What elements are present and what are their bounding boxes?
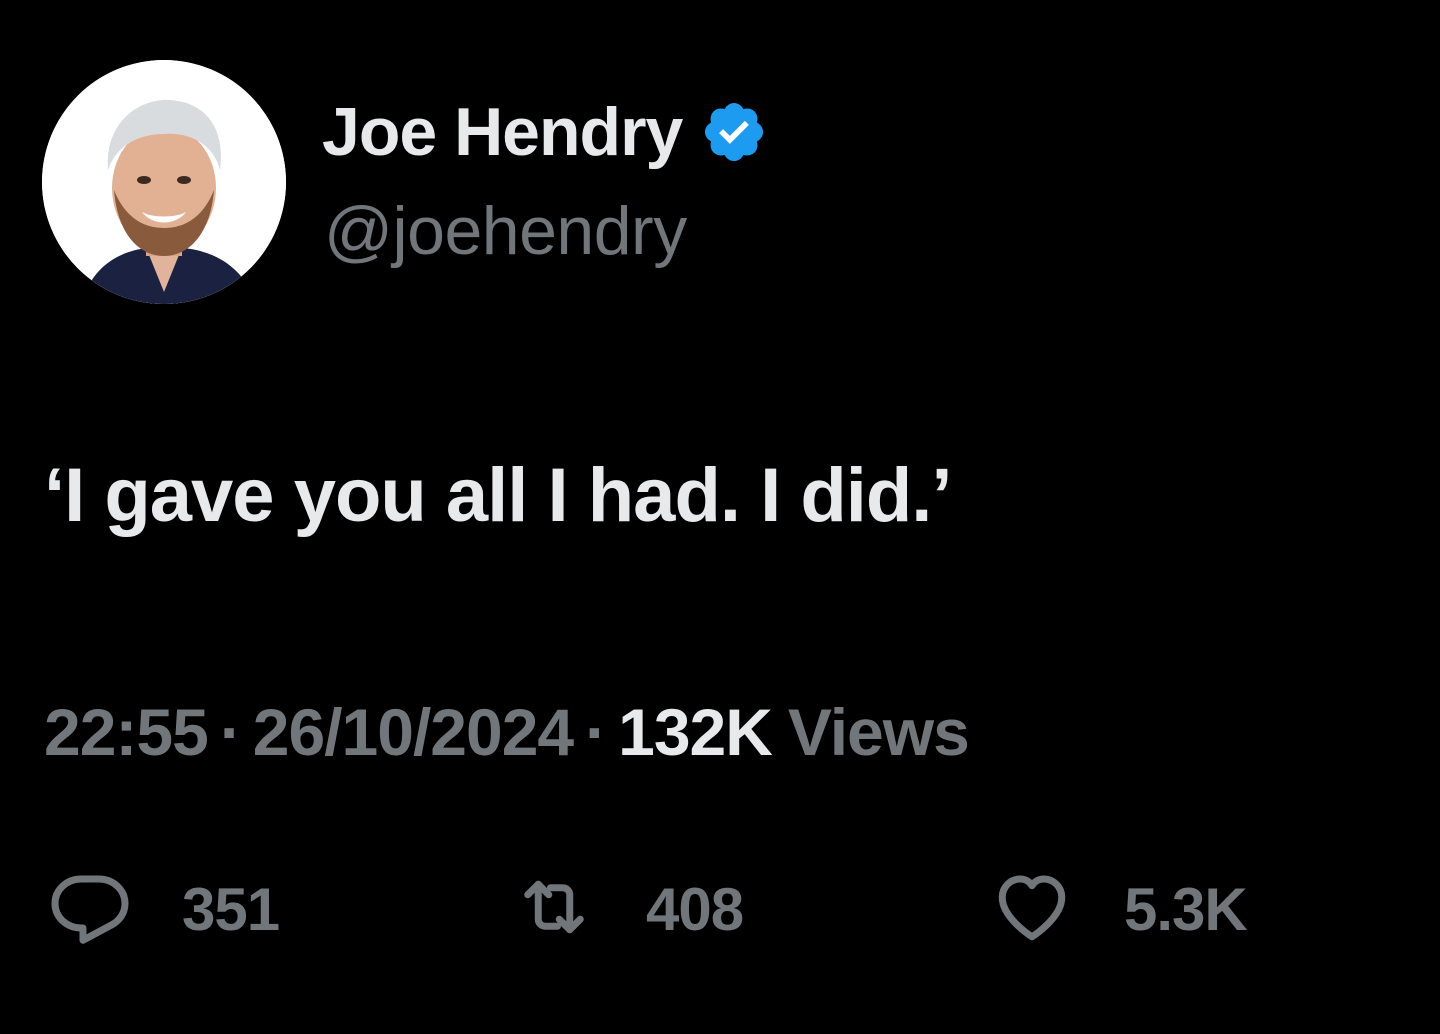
- tweet-date[interactable]: 26/10/2024: [253, 694, 574, 770]
- retweet-button[interactable]: 408: [508, 864, 744, 954]
- tweet-card: Joe Hendry @joehendry ‘I gave you all I …: [0, 0, 1440, 1034]
- views-label: Views: [787, 695, 970, 769]
- reply-count: 351: [182, 875, 280, 943]
- avatar-image: [42, 60, 286, 304]
- tweet-time[interactable]: 22:55: [44, 694, 209, 770]
- tweet-meta: 22:55 · 26/10/2024 · 132K Views: [44, 694, 970, 770]
- reply-icon: [44, 865, 136, 954]
- author-handle[interactable]: @joehendry: [324, 192, 687, 270]
- meta-separator: ·: [585, 695, 607, 769]
- like-count: 5.3K: [1124, 875, 1248, 943]
- action-bar: 351 408 5.3K: [0, 864, 1440, 954]
- author-name-row: Joe Hendry: [322, 92, 768, 172]
- reply-button[interactable]: 351: [44, 864, 280, 954]
- tweet-text: ‘I gave you all I had. I did.’: [44, 453, 953, 538]
- views-count: 132K: [618, 695, 773, 769]
- retweet-count: 408: [646, 875, 744, 943]
- avatar[interactable]: [42, 60, 286, 304]
- like-button[interactable]: 5.3K: [986, 864, 1248, 954]
- display-name[interactable]: Joe Hendry: [322, 93, 683, 171]
- meta-separator: ·: [219, 695, 242, 769]
- retweet-icon: [508, 865, 600, 954]
- verified-badge-icon: [700, 98, 768, 166]
- heart-icon: [986, 865, 1078, 954]
